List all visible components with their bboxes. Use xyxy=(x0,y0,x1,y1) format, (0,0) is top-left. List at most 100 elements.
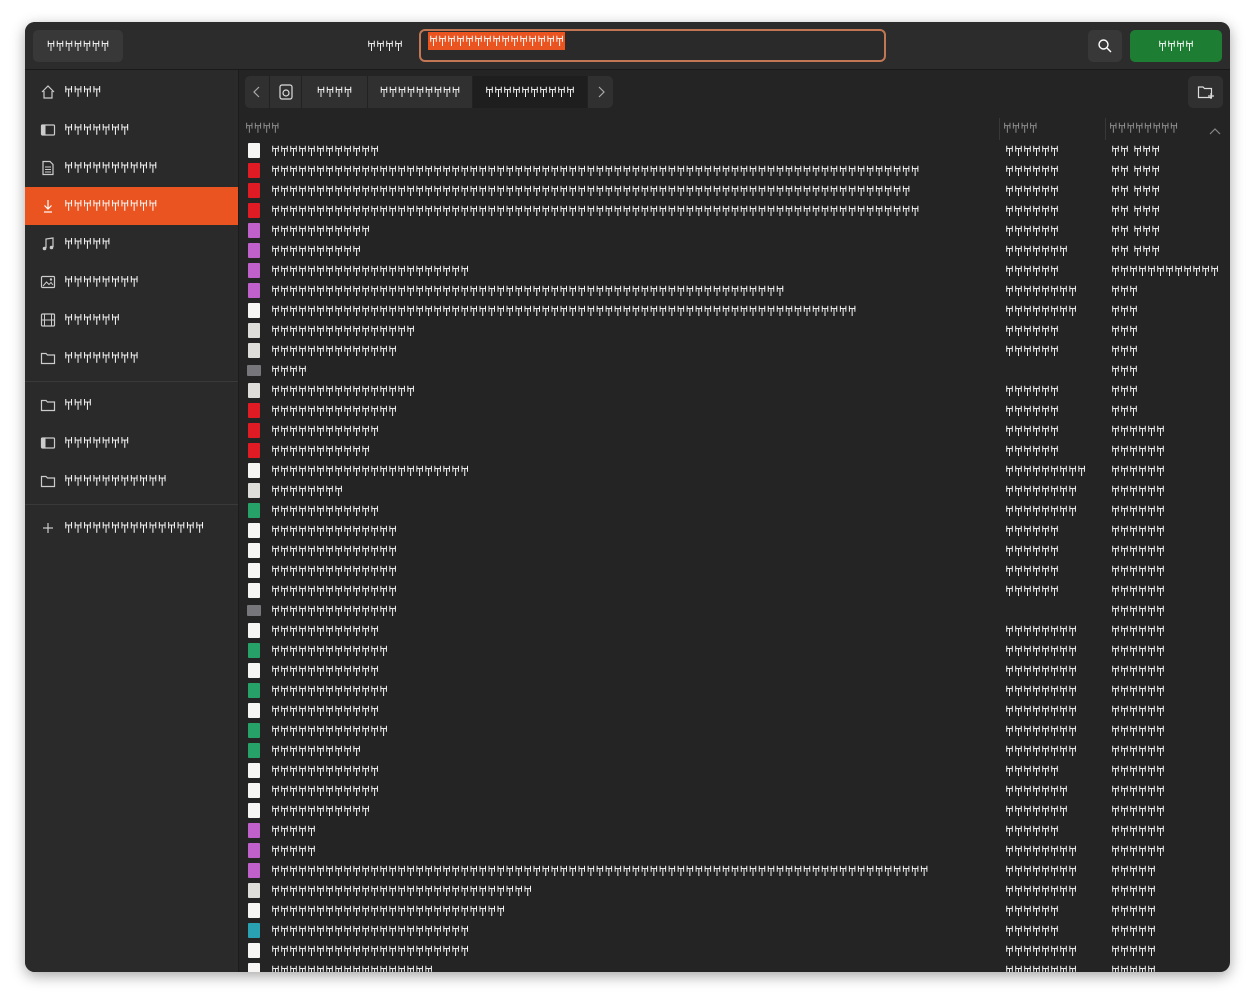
open-button[interactable]: 𐀀𐀀𐀀𐀀 xyxy=(1130,30,1222,62)
sidebar-item-folder-1[interactable]: 𐀀𐀀𐀀𐀀𐀀𐀀𐀀𐀀 xyxy=(25,339,238,377)
downloads-icon xyxy=(39,197,57,215)
sidebar-item-desktop[interactable]: 𐀀𐀀𐀀𐀀𐀀𐀀𐀀 xyxy=(25,111,238,149)
file-row[interactable]: 𐀀𐀀𐀀𐀀𐀀𐀀𐀀𐀀𐀀𐀀𐀀𐀀𐀀𐀀𐀀𐀀𐀀𐀀𐀀𐀀𐀀𐀀 𐀀𐀀𐀀𐀀𐀀𐀀 𐀀𐀀𐀀𐀀𐀀𐀀𐀀𐀀𐀀𐀀𐀀𐀀 xyxy=(244,261,1227,281)
file-row[interactable]: 𐀀𐀀𐀀𐀀𐀀𐀀𐀀𐀀𐀀𐀀𐀀𐀀𐀀𐀀𐀀𐀀𐀀𐀀𐀀𐀀𐀀𐀀𐀀𐀀𐀀𐀀𐀀𐀀𐀀𐀀𐀀𐀀𐀀𐀀𐀀𐀀𐀀𐀀𐀀𐀀… xyxy=(244,281,1227,301)
text-file-icon xyxy=(248,943,260,958)
sidebar-item-label: 𐀀𐀀𐀀𐀀 xyxy=(64,85,102,101)
sidebar-item-pictures[interactable]: 𐀀𐀀𐀀𐀀𐀀𐀀𐀀𐀀 xyxy=(25,263,238,301)
file-row[interactable]: 𐀀𐀀𐀀𐀀𐀀𐀀𐀀𐀀𐀀𐀀𐀀𐀀𐀀𐀀𐀀𐀀𐀀𐀀𐀀 𐀀𐀀𐀀 xyxy=(244,221,1227,241)
text-file-icon xyxy=(248,303,260,318)
file-row[interactable]: 𐀀𐀀𐀀𐀀𐀀𐀀𐀀𐀀 𐀀𐀀𐀀𐀀𐀀𐀀𐀀𐀀 𐀀𐀀𐀀𐀀𐀀𐀀 xyxy=(244,481,1227,501)
file-row[interactable]: 𐀀𐀀𐀀𐀀𐀀𐀀𐀀𐀀𐀀𐀀𐀀𐀀𐀀𐀀𐀀𐀀𐀀𐀀𐀀𐀀𐀀𐀀𐀀𐀀𐀀𐀀 xyxy=(244,581,1227,601)
column-header-size[interactable]: 𐀀𐀀𐀀𐀀 xyxy=(1003,120,1038,138)
file-modified: 𐀀𐀀𐀀𐀀𐀀 xyxy=(1111,865,1157,880)
file-row[interactable]: 𐀀𐀀𐀀𐀀𐀀 𐀀𐀀𐀀𐀀𐀀𐀀𐀀𐀀 𐀀𐀀𐀀𐀀𐀀𐀀 xyxy=(244,841,1227,861)
path-item-2[interactable]: 𐀀𐀀𐀀𐀀𐀀𐀀𐀀𐀀𐀀𐀀 xyxy=(473,76,588,108)
column-header-modified[interactable]: 𐀀𐀀𐀀𐀀𐀀𐀀𐀀𐀀 xyxy=(1109,120,1178,138)
path-item-0[interactable]: 𐀀𐀀𐀀𐀀 xyxy=(302,76,368,108)
file-row[interactable]: 𐀀𐀀𐀀𐀀𐀀𐀀𐀀𐀀𐀀𐀀𐀀𐀀𐀀𐀀𐀀𐀀𐀀𐀀𐀀𐀀𐀀𐀀𐀀𐀀𐀀𐀀𐀀𐀀𐀀𐀀𐀀𐀀𐀀𐀀𐀀𐀀𐀀𐀀𐀀𐀀… xyxy=(244,181,1227,201)
file-size: 𐀀𐀀𐀀𐀀𐀀𐀀𐀀𐀀 xyxy=(1005,665,1078,680)
file-row[interactable]: 𐀀𐀀𐀀𐀀𐀀𐀀𐀀𐀀𐀀𐀀𐀀𐀀𐀀𐀀𐀀𐀀𐀀𐀀𐀀𐀀𐀀𐀀𐀀𐀀𐀀𐀀𐀀𐀀𐀀𐀀𐀀 xyxy=(244,961,1227,972)
file-row[interactable]: 𐀀𐀀𐀀𐀀𐀀𐀀𐀀𐀀𐀀𐀀𐀀𐀀𐀀𐀀𐀀𐀀𐀀𐀀𐀀𐀀𐀀𐀀𐀀𐀀𐀀𐀀𐀀𐀀𐀀𐀀𐀀𐀀𐀀𐀀𐀀𐀀𐀀𐀀𐀀𐀀… xyxy=(244,861,1227,881)
text-file-icon xyxy=(248,783,260,798)
sidebar-item-drive[interactable]: 𐀀𐀀𐀀𐀀𐀀𐀀𐀀 xyxy=(25,424,238,462)
file-row[interactable]: 𐀀𐀀𐀀𐀀𐀀𐀀𐀀𐀀𐀀𐀀𐀀𐀀𐀀 𐀀𐀀𐀀𐀀𐀀𐀀𐀀𐀀 𐀀𐀀𐀀𐀀𐀀𐀀 xyxy=(244,721,1227,741)
sidebar-item-folder-3[interactable]: 𐀀𐀀𐀀𐀀𐀀𐀀𐀀𐀀𐀀𐀀𐀀 xyxy=(25,462,238,500)
file-name: 𐀀𐀀𐀀𐀀𐀀𐀀𐀀𐀀𐀀𐀀𐀀𐀀𐀀𐀀𐀀𐀀𐀀𐀀𐀀𐀀𐀀𐀀 xyxy=(271,265,470,280)
file-row[interactable]: 𐀀𐀀𐀀𐀀𐀀𐀀𐀀𐀀𐀀𐀀𐀀𐀀𐀀𐀀𐀀𐀀𐀀𐀀𐀀𐀀𐀀𐀀𐀀𐀀 xyxy=(244,801,1227,821)
sidebar-item-label: 𐀀𐀀𐀀 xyxy=(64,398,93,414)
file-row[interactable]: 𐀀𐀀𐀀𐀀𐀀𐀀𐀀𐀀𐀀𐀀𐀀𐀀𐀀𐀀𐀀𐀀𐀀𐀀𐀀𐀀𐀀𐀀𐀀𐀀𐀀𐀀 xyxy=(244,501,1227,521)
path-root-button[interactable] xyxy=(270,76,302,108)
file-modified: 𐀀𐀀𐀀𐀀𐀀𐀀 xyxy=(1111,425,1166,440)
file-row[interactable]: 𐀀𐀀𐀀𐀀𐀀 𐀀𐀀𐀀𐀀𐀀𐀀 𐀀𐀀𐀀𐀀𐀀𐀀 xyxy=(244,821,1227,841)
file-row[interactable]: 𐀀𐀀𐀀𐀀𐀀𐀀𐀀𐀀𐀀𐀀𐀀𐀀𐀀𐀀𐀀𐀀𐀀𐀀𐀀𐀀𐀀𐀀𐀀𐀀𐀀𐀀𐀀𐀀𐀀𐀀𐀀𐀀𐀀𐀀𐀀𐀀𐀀𐀀𐀀𐀀… xyxy=(244,201,1227,221)
cancel-button[interactable]: 𐀀𐀀𐀀𐀀𐀀𐀀𐀀 xyxy=(33,30,123,62)
file-row[interactable]: 𐀀𐀀𐀀𐀀 𐀀𐀀𐀀 xyxy=(244,361,1227,381)
file-row[interactable]: 𐀀𐀀𐀀𐀀𐀀𐀀𐀀𐀀𐀀𐀀𐀀𐀀𐀀 𐀀𐀀𐀀𐀀𐀀𐀀𐀀𐀀 𐀀𐀀𐀀𐀀𐀀𐀀 xyxy=(244,641,1227,661)
sidebar-item-downloads[interactable]: 𐀀𐀀𐀀𐀀𐀀𐀀𐀀𐀀𐀀𐀀 xyxy=(25,187,238,225)
file-row[interactable]: 𐀀𐀀𐀀𐀀𐀀𐀀𐀀𐀀𐀀𐀀𐀀𐀀𐀀𐀀𐀀𐀀𐀀𐀀𐀀 𐀀𐀀𐀀 xyxy=(244,241,1227,261)
plus-icon xyxy=(39,519,57,537)
search-button[interactable] xyxy=(1088,30,1122,62)
file-row[interactable]: 𐀀𐀀𐀀𐀀𐀀𐀀𐀀𐀀𐀀𐀀𐀀𐀀𐀀𐀀𐀀𐀀𐀀𐀀𐀀𐀀𐀀𐀀𐀀𐀀𐀀𐀀𐀀𐀀𐀀𐀀𐀀𐀀𐀀𐀀𐀀𐀀𐀀 xyxy=(244,901,1227,921)
sidebar-item-other-locations[interactable]: 𐀀𐀀𐀀𐀀𐀀𐀀𐀀𐀀𐀀𐀀𐀀𐀀𐀀𐀀𐀀 xyxy=(25,509,238,547)
path-item-label: 𐀀𐀀𐀀𐀀𐀀𐀀𐀀𐀀𐀀𐀀 xyxy=(484,86,576,101)
file-row[interactable]: 𐀀𐀀𐀀𐀀𐀀𐀀𐀀𐀀𐀀𐀀𐀀𐀀𐀀𐀀𐀀𐀀𐀀𐀀𐀀𐀀𐀀𐀀𐀀𐀀 xyxy=(244,741,1227,761)
file-row[interactable]: 𐀀𐀀𐀀𐀀𐀀𐀀𐀀𐀀𐀀𐀀𐀀𐀀𐀀𐀀𐀀𐀀𐀀𐀀𐀀𐀀𐀀𐀀𐀀𐀀𐀀𐀀 xyxy=(244,701,1227,721)
file-row[interactable]: 𐀀𐀀𐀀𐀀𐀀𐀀𐀀𐀀𐀀𐀀𐀀𐀀𐀀𐀀𐀀𐀀𐀀𐀀𐀀𐀀𐀀𐀀𐀀𐀀𐀀𐀀 xyxy=(244,621,1227,641)
file-size: 𐀀𐀀𐀀𐀀𐀀𐀀𐀀𐀀𐀀 xyxy=(1005,465,1087,480)
file-row[interactable]: 𐀀𐀀𐀀𐀀𐀀𐀀𐀀𐀀𐀀𐀀𐀀𐀀𐀀𐀀𐀀𐀀𐀀𐀀𐀀𐀀𐀀𐀀𐀀𐀀𐀀𐀀𐀀𐀀𐀀𐀀𐀀𐀀𐀀𐀀𐀀𐀀𐀀𐀀𐀀𐀀… xyxy=(244,881,1227,901)
image-file-icon xyxy=(248,863,260,878)
file-modified: 𐀀𐀀𐀀𐀀𐀀𐀀 xyxy=(1111,445,1166,460)
file-size: 𐀀𐀀𐀀𐀀𐀀𐀀𐀀𐀀 xyxy=(1005,845,1078,860)
file-modified: 𐀀𐀀𐀀 xyxy=(1111,345,1139,360)
file-row[interactable]: 𐀀𐀀𐀀𐀀𐀀𐀀𐀀𐀀𐀀𐀀𐀀𐀀𐀀 𐀀𐀀𐀀𐀀𐀀𐀀𐀀𐀀 𐀀𐀀𐀀𐀀𐀀𐀀 xyxy=(244,681,1227,701)
file-row[interactable]: 𐀀𐀀𐀀𐀀𐀀𐀀𐀀𐀀𐀀𐀀𐀀𐀀𐀀𐀀𐀀𐀀𐀀𐀀𐀀𐀀𐀀𐀀𐀀 xyxy=(244,441,1227,461)
new-folder-button[interactable] xyxy=(1188,76,1223,108)
path-item-1[interactable]: 𐀀𐀀𐀀𐀀𐀀𐀀𐀀𐀀𐀀 xyxy=(368,76,473,108)
text-file-icon xyxy=(248,583,260,598)
path-scroll-left-button[interactable] xyxy=(245,76,270,108)
file-row[interactable]: 𐀀𐀀𐀀𐀀𐀀𐀀𐀀𐀀𐀀𐀀𐀀𐀀𐀀𐀀𐀀𐀀𐀀𐀀𐀀𐀀𐀀𐀀𐀀𐀀𐀀𐀀 xyxy=(244,541,1227,561)
file-name: 𐀀𐀀𐀀𐀀𐀀𐀀𐀀𐀀𐀀𐀀𐀀𐀀𐀀𐀀𐀀𐀀𐀀𐀀𐀀𐀀𐀀𐀀𐀀𐀀𐀀𐀀𐀀𐀀𐀀𐀀𐀀𐀀𐀀𐀀𐀀𐀀𐀀𐀀𐀀𐀀… xyxy=(271,205,920,220)
file-modified: 𐀀𐀀𐀀 xyxy=(1111,285,1139,300)
sidebar-item-documents[interactable]: 𐀀𐀀𐀀𐀀𐀀𐀀𐀀𐀀𐀀𐀀 xyxy=(25,149,238,187)
file-row[interactable]: 𐀀𐀀𐀀𐀀𐀀𐀀𐀀𐀀𐀀𐀀𐀀𐀀𐀀𐀀𐀀𐀀𐀀𐀀𐀀𐀀𐀀𐀀𐀀𐀀𐀀 xyxy=(244,381,1227,401)
path-item-label: 𐀀𐀀𐀀𐀀𐀀𐀀𐀀𐀀𐀀 xyxy=(379,86,461,101)
file-row[interactable]: 𐀀𐀀𐀀𐀀𐀀𐀀𐀀𐀀𐀀𐀀𐀀𐀀𐀀𐀀𐀀𐀀𐀀𐀀𐀀𐀀𐀀𐀀 𐀀𐀀𐀀𐀀𐀀𐀀 𐀀𐀀𐀀𐀀𐀀 xyxy=(244,921,1227,941)
text-file-icon xyxy=(248,463,260,478)
file-size: 𐀀𐀀𐀀𐀀𐀀𐀀 xyxy=(1005,925,1060,940)
file-row[interactable]: 𐀀𐀀𐀀𐀀𐀀𐀀𐀀𐀀𐀀𐀀𐀀𐀀𐀀𐀀𐀀𐀀𐀀𐀀𐀀𐀀𐀀𐀀 𐀀𐀀𐀀𐀀𐀀𐀀𐀀𐀀 𐀀𐀀𐀀𐀀𐀀 xyxy=(244,941,1227,961)
file-row[interactable]: 𐀀𐀀𐀀𐀀𐀀𐀀𐀀𐀀𐀀𐀀𐀀𐀀𐀀𐀀𐀀𐀀𐀀𐀀𐀀𐀀𐀀𐀀𐀀𐀀𐀀 xyxy=(244,781,1227,801)
file-row[interactable]: 𐀀𐀀𐀀𐀀𐀀𐀀𐀀𐀀𐀀𐀀𐀀𐀀𐀀𐀀𐀀𐀀𐀀𐀀𐀀𐀀𐀀𐀀𐀀𐀀𐀀𐀀 xyxy=(244,521,1227,541)
file-row[interactable]: 𐀀𐀀𐀀𐀀𐀀𐀀𐀀𐀀𐀀𐀀𐀀𐀀𐀀𐀀𐀀𐀀𐀀𐀀𐀀𐀀𐀀𐀀𐀀𐀀𐀀𐀀𐀀𐀀𐀀𐀀𐀀𐀀𐀀𐀀𐀀𐀀𐀀 xyxy=(244,461,1227,481)
file-modified: 𐀀𐀀 𐀀𐀀𐀀 xyxy=(1111,205,1161,220)
file-row[interactable]: 𐀀𐀀𐀀𐀀𐀀𐀀𐀀𐀀𐀀𐀀𐀀𐀀𐀀𐀀𐀀𐀀𐀀𐀀𐀀𐀀𐀀𐀀𐀀𐀀𐀀 xyxy=(244,321,1227,341)
file-row[interactable]: 𐀀𐀀𐀀𐀀𐀀𐀀𐀀𐀀𐀀𐀀𐀀𐀀𐀀𐀀𐀀𐀀𐀀𐀀𐀀𐀀𐀀𐀀𐀀𐀀𐀀𐀀𐀀𐀀𐀀𐀀𐀀𐀀𐀀𐀀𐀀𐀀𐀀𐀀𐀀𐀀… xyxy=(244,301,1227,321)
sidebar-item-home[interactable]: 𐀀𐀀𐀀𐀀 xyxy=(25,73,238,111)
pdf-file-icon xyxy=(248,423,260,438)
sidebar-item-videos[interactable]: 𐀀𐀀𐀀𐀀𐀀𐀀 xyxy=(25,301,238,339)
column-header-name[interactable]: 𐀀𐀀𐀀𐀀 xyxy=(245,120,280,138)
file-modified: 𐀀𐀀𐀀𐀀𐀀𐀀 xyxy=(1111,505,1166,520)
file-row[interactable]: 𐀀𐀀𐀀𐀀𐀀𐀀𐀀𐀀𐀀𐀀𐀀𐀀𐀀𐀀𐀀𐀀𐀀𐀀𐀀𐀀𐀀𐀀𐀀 xyxy=(244,341,1227,361)
file-row[interactable]: 𐀀𐀀𐀀𐀀𐀀𐀀𐀀𐀀𐀀𐀀𐀀𐀀𐀀𐀀𐀀𐀀𐀀𐀀𐀀𐀀𐀀𐀀𐀀𐀀 xyxy=(244,421,1227,441)
file-row[interactable]: 𐀀𐀀𐀀𐀀𐀀𐀀𐀀𐀀𐀀𐀀𐀀𐀀𐀀𐀀𐀀𐀀𐀀𐀀𐀀𐀀𐀀𐀀𐀀𐀀𐀀𐀀 xyxy=(244,561,1227,581)
file-row[interactable]: 𐀀𐀀𐀀𐀀𐀀𐀀𐀀𐀀𐀀𐀀𐀀𐀀 𐀀𐀀𐀀𐀀𐀀𐀀 𐀀𐀀 𐀀𐀀𐀀 xyxy=(244,141,1227,161)
file-row[interactable]: 𐀀𐀀𐀀𐀀𐀀𐀀𐀀𐀀𐀀𐀀𐀀𐀀𐀀𐀀𐀀𐀀𐀀𐀀𐀀𐀀𐀀𐀀𐀀𐀀𐀀𐀀𐀀𐀀𐀀𐀀𐀀𐀀𐀀𐀀𐀀𐀀𐀀𐀀𐀀𐀀… xyxy=(244,161,1227,181)
file-size: 𐀀𐀀𐀀𐀀𐀀𐀀𐀀 xyxy=(1005,805,1069,820)
file-modified: 𐀀𐀀𐀀𐀀𐀀𐀀 xyxy=(1111,845,1166,860)
file-name: 𐀀𐀀𐀀𐀀𐀀𐀀𐀀𐀀𐀀𐀀 xyxy=(271,245,362,260)
file-row[interactable]: 𐀀𐀀𐀀𐀀𐀀𐀀𐀀𐀀𐀀𐀀𐀀𐀀𐀀𐀀𐀀𐀀𐀀𐀀𐀀𐀀𐀀𐀀𐀀 xyxy=(244,401,1227,421)
filename-input[interactable]: 𐀀𐀀𐀀𐀀𐀀𐀀𐀀𐀀𐀀𐀀𐀀𐀀𐀀𐀀𐀀 xyxy=(419,29,886,62)
cancel-button-label: 𐀀𐀀𐀀𐀀𐀀𐀀𐀀 xyxy=(46,40,110,55)
file-list[interactable]: 𐀀𐀀𐀀𐀀𐀀𐀀𐀀𐀀𐀀𐀀𐀀𐀀 𐀀𐀀𐀀𐀀𐀀𐀀 𐀀𐀀 𐀀𐀀𐀀 𐀀𐀀𐀀𐀀𐀀𐀀𐀀𐀀𐀀𐀀𐀀𐀀𐀀𐀀𐀀𐀀… xyxy=(244,141,1227,972)
file-row[interactable]: 𐀀𐀀𐀀𐀀𐀀𐀀𐀀𐀀𐀀𐀀𐀀𐀀𐀀𐀀𐀀𐀀𐀀𐀀𐀀𐀀𐀀𐀀𐀀𐀀𐀀𐀀 xyxy=(244,661,1227,681)
sidebar-item-folder-2[interactable]: 𐀀𐀀𐀀 xyxy=(25,386,238,424)
path-scroll-right-button[interactable] xyxy=(588,76,613,108)
spreadsheet-file-icon xyxy=(248,683,260,698)
file-row[interactable]: 𐀀𐀀𐀀𐀀𐀀𐀀𐀀𐀀𐀀𐀀𐀀𐀀𐀀𐀀𐀀𐀀𐀀𐀀𐀀𐀀𐀀𐀀𐀀𐀀 xyxy=(244,761,1227,781)
file-row[interactable]: 𐀀𐀀𐀀𐀀𐀀𐀀𐀀𐀀𐀀𐀀𐀀𐀀𐀀𐀀 𐀀𐀀𐀀𐀀𐀀𐀀 xyxy=(244,601,1227,621)
sidebar-item-music[interactable]: 𐀀𐀀𐀀𐀀𐀀 xyxy=(25,225,238,263)
